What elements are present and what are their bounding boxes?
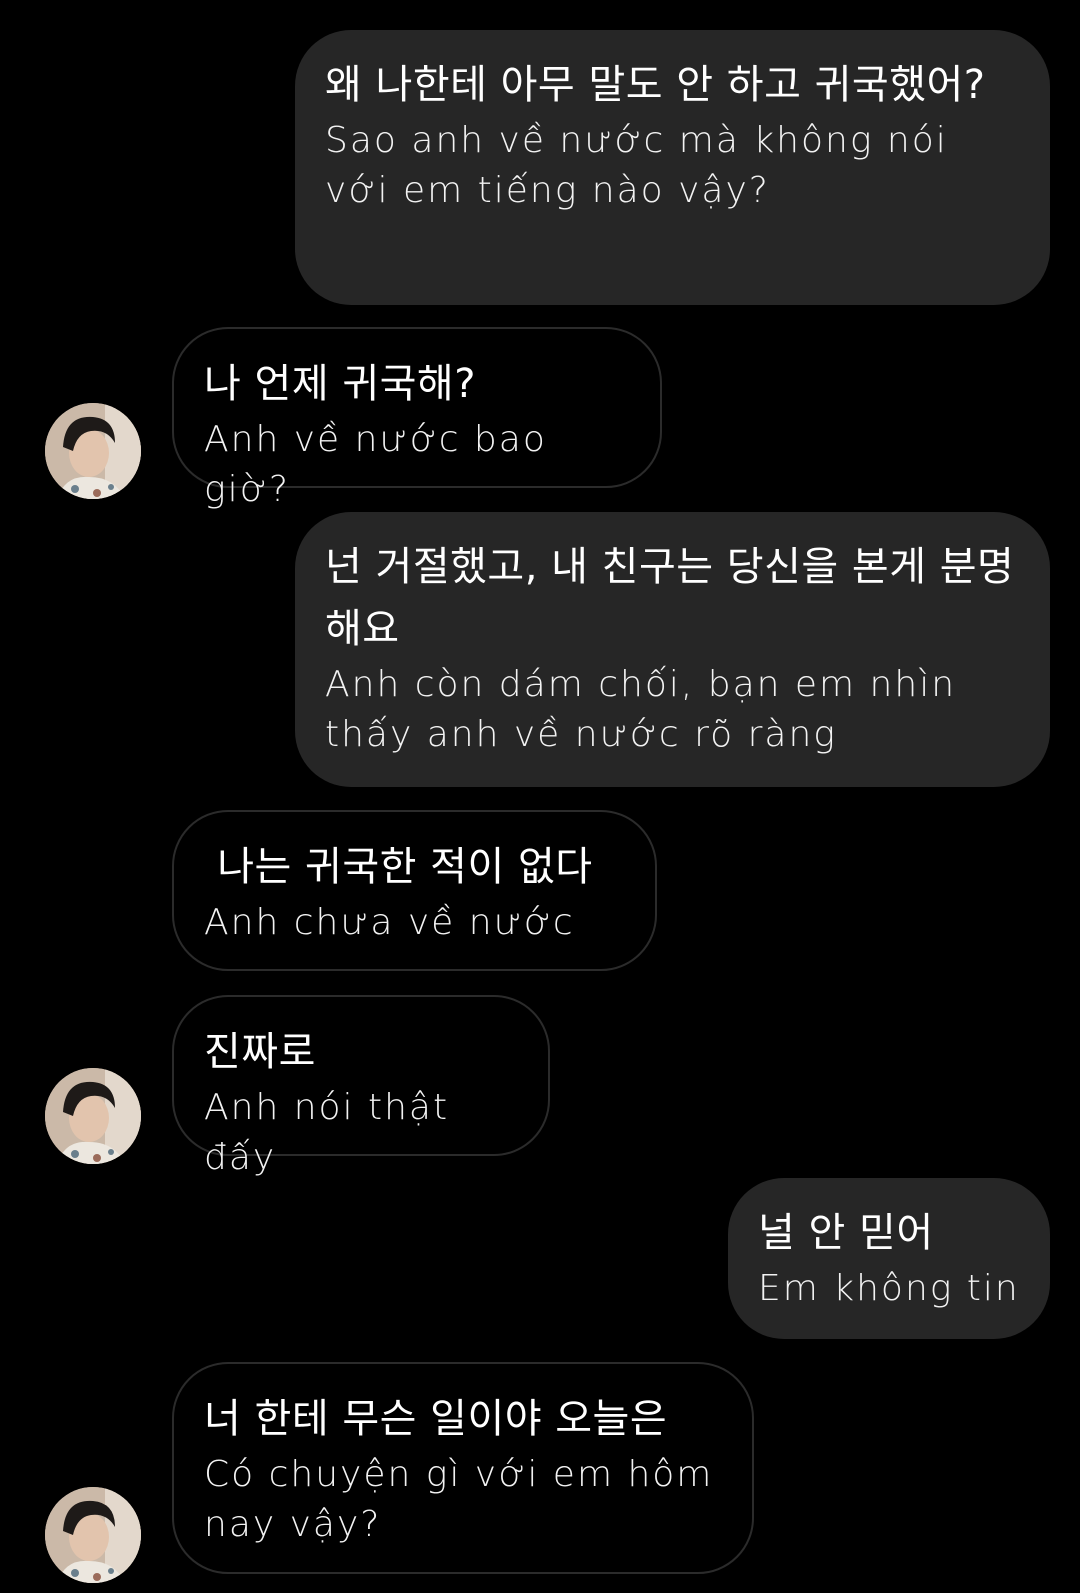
message-bubble-received[interactable]: 나 언제 귀국해? Anh về nước bao giờ?: [172, 327, 662, 510]
message-text-korean: 넌 거절했고, 내 친구는 당신을 본게 분명해요: [325, 544, 1015, 652]
message-text-korean: 왜 나한테 아무 말도 안 하고 귀국했어?: [325, 62, 986, 108]
message-text-vietnamese: Anh về nước bao giờ?: [204, 419, 561, 510]
avatar[interactable]: [45, 1068, 141, 1164]
message-bubble-received[interactable]: 너 한테 무슨 일이야 오늘은 Có chuyện gì với em hôm …: [172, 1362, 754, 1574]
message-text-vietnamese: Anh chưa về nước: [204, 902, 575, 943]
avatar[interactable]: [45, 1487, 141, 1583]
message-text-korean: 나 언제 귀국해?: [204, 361, 476, 407]
message-text-korean: 진짜로: [204, 1029, 316, 1075]
message-bubble-received[interactable]: 나는 귀국한 적이 없다 Anh chưa về nước: [172, 810, 657, 971]
message-bubble-sent[interactable]: 넌 거절했고, 내 친구는 당신을 본게 분명해요 Anh còn dám ch…: [295, 512, 1050, 787]
message-text-korean: 널 안 믿어: [758, 1210, 934, 1256]
message-bubble-sent[interactable]: 왜 나한테 아무 말도 안 하고 귀국했어? Sao anh về nước m…: [295, 30, 1050, 305]
message-bubble-received[interactable]: 진짜로 Anh nói thật đấy: [172, 995, 550, 1178]
message-text-korean: 나는 귀국한 적이 없다: [204, 844, 593, 890]
avatar[interactable]: [45, 403, 141, 499]
message-text-vietnamese: Có chuyện gì với em hôm nay vậy?: [204, 1454, 727, 1545]
person-avatar-icon: [45, 403, 141, 499]
person-avatar-icon: [45, 1068, 141, 1164]
message-text-vietnamese: Em không tin: [758, 1268, 1020, 1309]
message-text-vietnamese: Anh còn dám chối, bạn em nhìn thấy anh v…: [325, 664, 970, 755]
message-bubble-sent[interactable]: 널 안 믿어 Em không tin: [728, 1178, 1050, 1339]
message-text-vietnamese: Anh nói thật đấy: [204, 1087, 463, 1178]
message-text-korean: 너 한테 무슨 일이야 오늘은: [204, 1396, 668, 1442]
message-text-vietnamese: Sao anh về nước mà không nói với em tiến…: [325, 120, 962, 211]
person-avatar-icon: [45, 1487, 141, 1583]
